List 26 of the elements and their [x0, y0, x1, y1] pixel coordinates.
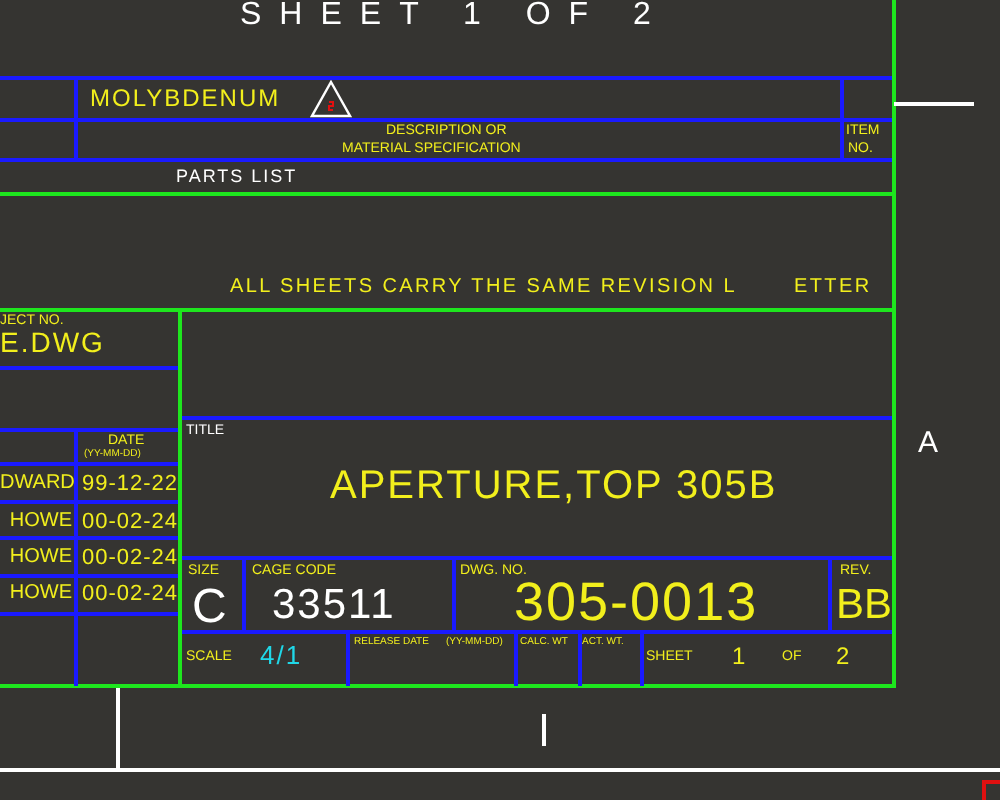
approver-name: HOWE [7, 548, 72, 568]
scale-value: 4/1 [260, 642, 303, 668]
tick-mark [542, 714, 546, 746]
approver-name: DWARD [0, 474, 72, 494]
revision-note: ALL SHEETS CARRY THE SAME REVISION L [230, 278, 737, 298]
size-value: C [192, 584, 227, 632]
cage-code: 33511 [272, 584, 396, 626]
zone-label: A [918, 428, 939, 458]
sheet-header: SHEET 1 OF 2 [240, 0, 669, 32]
approval-date: 00-02-24 [82, 512, 179, 534]
approval-date: 99-12-22 [82, 474, 179, 496]
file-name: E.DWG [0, 328, 105, 356]
approver-name: HOWE [7, 512, 72, 532]
revision-value: BB [836, 584, 893, 626]
approver-name: HOWE [7, 584, 72, 604]
sheet-count: 2 [836, 644, 850, 668]
revision-note: ETTER [794, 278, 872, 298]
drawing-title: APERTURE,TOP 305B [330, 466, 778, 506]
sheet-number: 1 [732, 644, 746, 668]
parts-list-caption: PARTS LIST [176, 168, 298, 186]
approval-date: 00-02-24 [82, 584, 179, 606]
material-text: MOLYBDENUM [90, 86, 281, 110]
corner-mark [982, 780, 1000, 800]
revision-triangle-icon [310, 80, 352, 118]
drawing-number: 305-0013 [514, 576, 759, 630]
approval-date: 00-02-24 [82, 548, 179, 570]
